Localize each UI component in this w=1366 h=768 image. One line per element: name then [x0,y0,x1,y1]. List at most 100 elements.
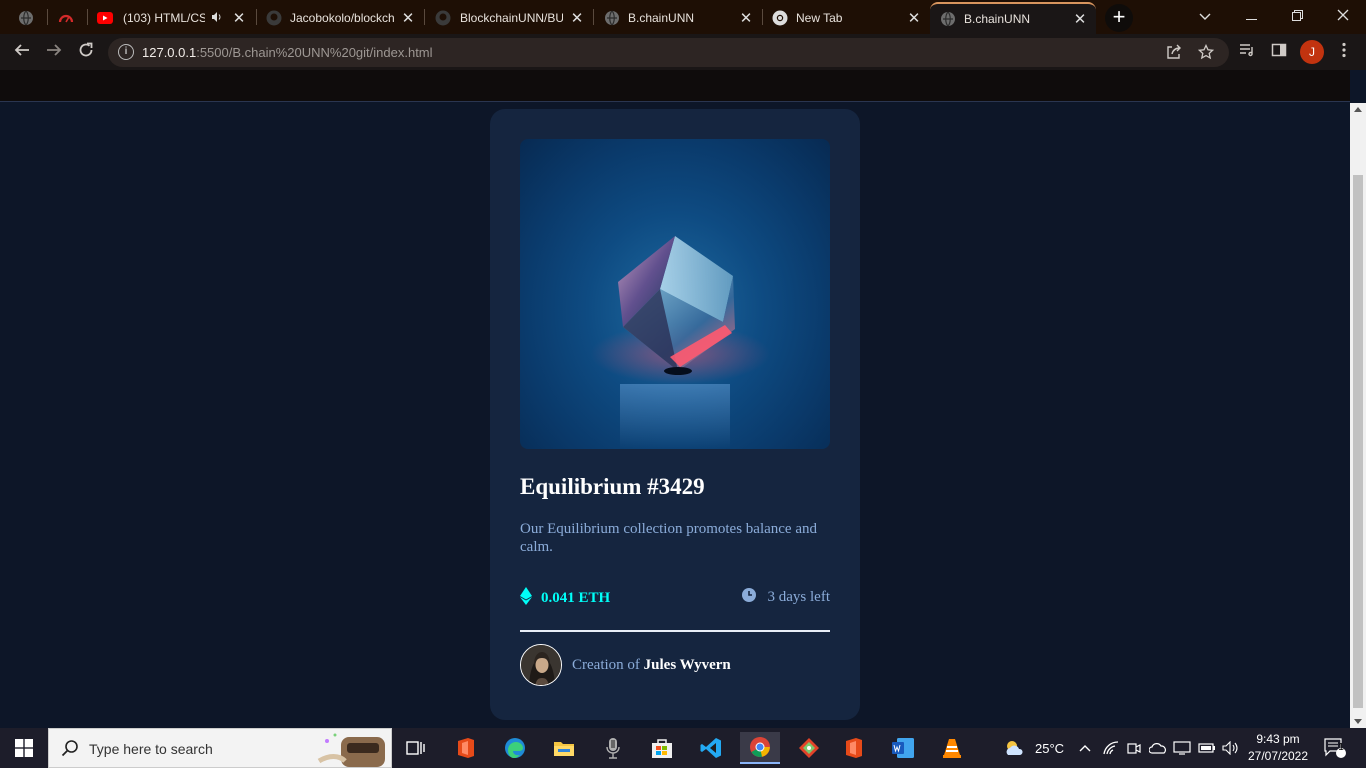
microsoft-store-icon[interactable] [642,732,682,764]
browser-toolbar: i 127.0.0.1:5500/B.chain%20UNN%20git/ind… [0,34,1366,70]
nft-image[interactable] [520,139,830,449]
nft-title[interactable]: Equilibrium #3429 [520,474,705,500]
nft-description: Our Equilibrium collection promotes bala… [520,521,817,555]
start-button[interactable] [0,728,48,768]
clock-time: 9:43 pm [1256,732,1300,746]
tab-new-tab[interactable]: New Tab ✕ [772,3,922,33]
profile-avatar[interactable]: J [1300,40,1324,64]
notification-count: 1 [1338,742,1344,753]
git-tool-icon[interactable] [789,732,829,764]
tab-github-blockchainunn[interactable]: BlockchainUNN/BU ✕ [435,3,585,33]
word-icon[interactable] [883,732,923,764]
scroll-up-arrow-icon[interactable] [1354,107,1362,112]
taskbar-search-box[interactable]: Type here to search [48,728,392,768]
bookmark-star-icon[interactable] [1197,43,1215,65]
edge-icon[interactable] [495,732,535,764]
search-highlight-illustration-icon [313,731,391,768]
new-tab-button[interactable]: + [1105,4,1133,32]
minimize-button[interactable] [1228,0,1274,32]
kebab-menu-icon[interactable] [1332,40,1356,64]
github-icon [266,10,282,26]
windows-logo-icon [15,739,33,757]
equilibrium-cube-image [590,236,770,449]
site-info-icon[interactable]: i [118,44,134,60]
close-tab-icon[interactable]: ✕ [231,9,247,27]
wifi-icon[interactable] [1103,728,1119,768]
weather-widget[interactable]: 25°C [1002,728,1064,768]
office-icon[interactable] [446,732,486,764]
price-value: 0.041 ETH [541,590,611,606]
task-view-icon[interactable] [396,732,436,764]
clock-icon [741,587,757,608]
volume-icon[interactable] [1222,728,1238,768]
time-left-value: 3 days left [767,589,830,605]
tab-pinned-2[interactable] [58,3,80,33]
office-2-icon[interactable] [834,732,874,764]
taskbar-clock[interactable]: 9:43 pm 27/07/2022 [1240,731,1316,765]
card-divider [520,630,830,632]
url-host: 127.0.0.1 [142,45,197,60]
close-window-button[interactable] [1320,0,1366,32]
close-tab-icon[interactable]: ✕ [569,9,585,27]
meet-now-icon[interactable] [1127,728,1141,768]
reload-icon[interactable] [74,40,98,64]
windows-taskbar: Type here to search 25°C 9:43 pm 27/07/2… [0,728,1366,768]
media-queue-icon[interactable] [1235,40,1259,64]
creator-avatar [520,644,562,686]
url-text[interactable]: 127.0.0.1:5500/B.chain%20UNN%20git/index… [142,45,433,60]
address-bar[interactable]: i 127.0.0.1:5500/B.chain%20UNN%20git/ind… [108,38,1229,67]
tab-search-button[interactable] [1182,0,1228,32]
close-tab-icon[interactable]: ✕ [738,9,754,27]
creator-prefix: Creation of [572,656,640,673]
tab-title: Jacobokolo/blockch [290,11,394,25]
tab-title: B.chainUNN [964,12,1031,26]
youtube-icon [97,10,113,26]
nft-card: Equilibrium #3429 Our Equilibrium collec… [490,109,860,720]
creator-name[interactable]: Jules Wyvern [644,657,731,673]
show-hidden-icons-chevron-icon[interactable] [1079,728,1091,768]
tab-pinned-1[interactable] [18,3,40,33]
notification-center-icon[interactable]: 1 [1324,728,1346,768]
ethereum-icon [520,587,532,610]
page-header-strip [0,70,1350,102]
globe-icon [940,11,956,27]
close-tab-icon[interactable]: ✕ [400,9,416,27]
search-placeholder: Type here to search [89,741,213,757]
tab-github-jacobokolo[interactable]: Jacobokolo/blockch ✕ [266,3,416,33]
audio-playing-icon[interactable] [211,11,225,26]
battery-icon[interactable] [1198,728,1216,768]
page-scrollbar[interactable] [1350,103,1366,728]
tab-bchainunn-1[interactable]: B.chainUNN ✕ [604,3,754,33]
tab-bchainunn-active[interactable]: B.chainUNN ✕ [930,2,1096,34]
forward-arrow-icon[interactable] [42,40,66,64]
github-icon [435,10,451,26]
tab-title: New Tab [796,11,843,25]
creator-credit: Creation of Jules Wyvern [572,657,731,674]
weather-temp: 25°C [1035,740,1065,756]
globe-icon [604,10,620,26]
globe-icon [18,10,34,26]
search-icon [61,739,79,762]
share-icon[interactable] [1166,44,1182,65]
tab-youtube[interactable]: (103) HTML/CSS ✕ [97,3,249,33]
voice-recorder-icon[interactable] [593,732,633,764]
restore-button[interactable] [1274,0,1320,32]
side-panel-icon[interactable] [1267,40,1291,64]
onedrive-icon[interactable] [1149,728,1167,768]
price-row: 0.041 ETH [520,587,610,610]
chrome-icon [772,10,788,26]
vlc-icon[interactable] [932,732,972,764]
close-tab-icon[interactable]: ✕ [906,9,922,27]
chrome-taskbar-icon[interactable] [740,732,780,764]
scroll-down-arrow-icon[interactable] [1354,719,1362,724]
display-icon[interactable] [1173,728,1191,768]
vscode-icon[interactable] [691,732,731,764]
creator-row: Creation of Jules Wyvern [520,644,731,686]
speed-gauge-icon [58,10,74,26]
tab-strip: (103) HTML/CSS ✕ Jacobokolo/blockch ✕ Bl… [0,0,1366,34]
back-arrow-icon[interactable] [10,40,34,64]
close-tab-icon[interactable]: ✕ [1072,10,1088,28]
clock-date: 27/07/2022 [1247,749,1309,763]
scrollbar-thumb[interactable] [1353,175,1363,708]
file-explorer-icon[interactable] [544,732,584,764]
